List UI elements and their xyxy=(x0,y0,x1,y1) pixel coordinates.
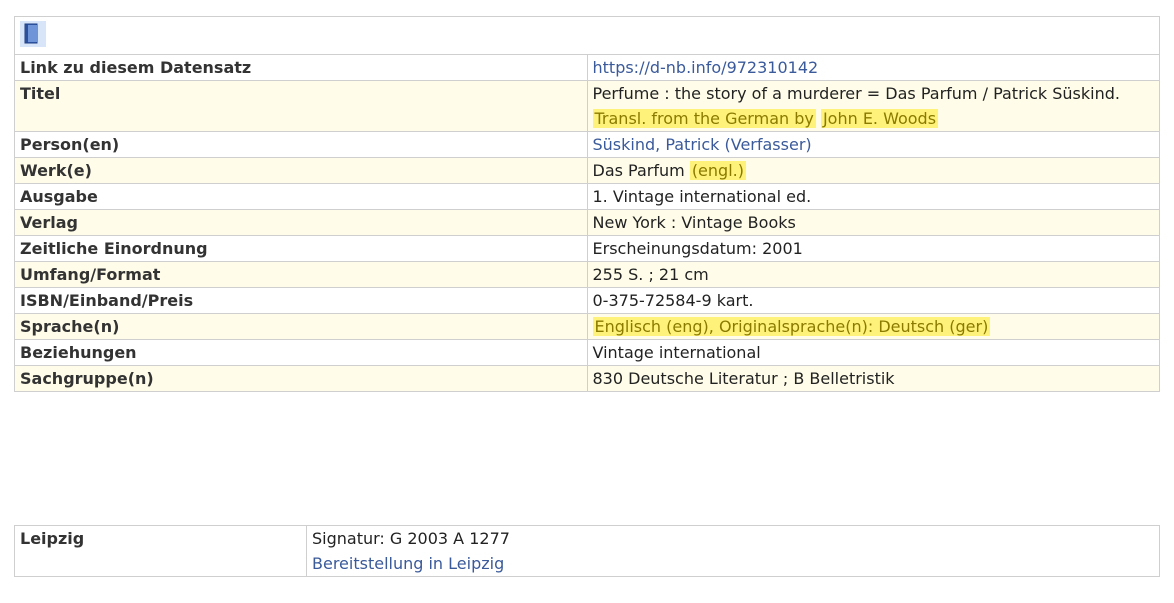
row-language: Sprache(n) Englisch (eng), Originalsprac… xyxy=(14,313,1160,340)
row-isbn: ISBN/Einband/Preis 0-375-72584-9 kart. xyxy=(14,287,1160,314)
title-highlight-translator: Transl. from the German by xyxy=(592,109,816,128)
work-highlight: (engl.) xyxy=(689,161,746,180)
publisher-label: Verlag xyxy=(14,209,588,236)
person-link[interactable]: Süskind, Patrick (Verfasser) xyxy=(593,135,812,154)
publisher-value: New York : Vintage Books xyxy=(586,209,1160,236)
isbn-value: 0-375-72584-9 kart. xyxy=(586,287,1160,314)
relations-value: Vintage international xyxy=(586,339,1160,366)
signature-value: Signatur: G 2003 A 1277 xyxy=(312,529,510,548)
row-publisher: Verlag New York : Vintage Books xyxy=(14,209,1160,236)
person-label: Person(en) xyxy=(14,131,588,158)
language-label: Sprache(n) xyxy=(14,313,588,340)
title-main: Perfume : the story of a murderer = Das … xyxy=(592,84,1120,103)
title-highlight-name: John E. Woods xyxy=(820,109,939,128)
book-icon[interactable] xyxy=(20,21,46,47)
person-value-cell: Süskind, Patrick (Verfasser) xyxy=(586,131,1160,158)
work-label: Werk(e) xyxy=(14,157,588,184)
title-label: Titel xyxy=(14,80,588,132)
extent-value: 255 S. ; 21 cm xyxy=(586,261,1160,288)
language-value: Englisch (eng), Originalsprache(n): Deut… xyxy=(592,317,991,336)
extent-label: Umfang/Format xyxy=(14,261,588,288)
row-relations: Beziehungen Vintage international xyxy=(14,339,1160,366)
icon-cell xyxy=(14,16,1160,55)
subject-value: 830 Deutsche Literatur ; B Belletristik xyxy=(586,365,1160,392)
record-table: Link zu diesem Datensatz https://d-nb.in… xyxy=(14,16,1160,392)
row-subject: Sachgruppe(n) 830 Deutsche Literatur ; B… xyxy=(14,365,1160,392)
date-label: Zeitliche Einordnung xyxy=(14,235,588,262)
row-title: Titel Perfume : the story of a murderer … xyxy=(14,80,1160,132)
subject-label: Sachgruppe(n) xyxy=(14,365,588,392)
holdings-value-cell: Signatur: G 2003 A 1277 Bereitstellung i… xyxy=(306,525,1160,577)
provision-link[interactable]: Bereitstellung in Leipzig xyxy=(312,554,504,573)
location-label: Leipzig xyxy=(14,525,307,577)
row-work: Werk(e) Das Parfum (engl.) xyxy=(14,157,1160,184)
row-holdings-leipzig: Leipzig Signatur: G 2003 A 1277 Bereitst… xyxy=(14,525,1160,577)
work-value: Das Parfum xyxy=(592,161,685,180)
holdings-table: Leipzig Signatur: G 2003 A 1277 Bereitst… xyxy=(14,525,1160,577)
link-label: Link zu diesem Datensatz xyxy=(14,54,588,81)
isbn-label: ISBN/Einband/Preis xyxy=(14,287,588,314)
icon-row xyxy=(14,16,1160,55)
row-link: Link zu diesem Datensatz https://d-nb.in… xyxy=(14,54,1160,81)
row-person: Person(en) Süskind, Patrick (Verfasser) xyxy=(14,131,1160,158)
language-value-cell: Englisch (eng), Originalsprache(n): Deut… xyxy=(586,313,1160,340)
edition-value: 1. Vintage international ed. xyxy=(586,183,1160,210)
link-value-cell: https://d-nb.info/972310142 xyxy=(586,54,1160,81)
edition-label: Ausgabe xyxy=(14,183,588,210)
permalink[interactable]: https://d-nb.info/972310142 xyxy=(593,58,819,77)
work-value-cell: Das Parfum (engl.) xyxy=(586,157,1160,184)
row-extent: Umfang/Format 255 S. ; 21 cm xyxy=(14,261,1160,288)
row-edition: Ausgabe 1. Vintage international ed. xyxy=(14,183,1160,210)
row-date: Zeitliche Einordnung Erscheinungsdatum: … xyxy=(14,235,1160,262)
title-value-cell: Perfume : the story of a murderer = Das … xyxy=(586,80,1160,132)
date-value: Erscheinungsdatum: 2001 xyxy=(586,235,1160,262)
relations-label: Beziehungen xyxy=(14,339,588,366)
